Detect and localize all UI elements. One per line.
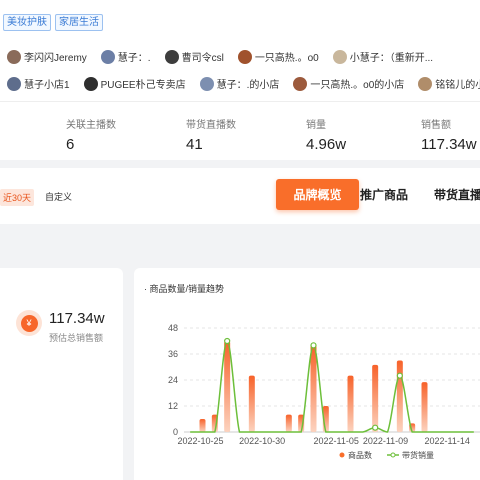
anchor-list-row1: 李闪闪Jeremy 慧子：. 曹司令csl 一只高热.。o0 小慧子：（重新开.… xyxy=(7,49,480,64)
stat-label: 销售额 xyxy=(421,120,451,131)
stat-value: 117.34w xyxy=(421,136,477,153)
bar xyxy=(285,414,292,432)
y-tick-label: 12 xyxy=(168,401,178,411)
avatar xyxy=(83,76,98,91)
avatar xyxy=(199,76,214,91)
bar xyxy=(347,375,354,432)
trend-chart-card: · 商品数量/销量趋势 0 12 24 36 48 2022-10-25 2022-10-3… xyxy=(134,268,480,480)
anchor-item[interactable]: 小慧子：（重新开... xyxy=(332,49,434,64)
bar xyxy=(421,382,428,432)
category-tag[interactable]: 美妆护肤 xyxy=(3,14,51,31)
avatar xyxy=(100,49,115,64)
x-tick-label: 2022-11-14 xyxy=(424,436,469,446)
filter-tab-bar: 近30天 自定义 品牌概览 推广商品 带货直播 xyxy=(0,168,480,224)
anchor-name: PUGEE朴己专卖店 xyxy=(100,80,186,91)
total-sales-value: 117.34w xyxy=(49,310,105,327)
total-sales-card: ¥ 117.34w 预估总销售额 xyxy=(0,268,123,480)
legend-label: 商品数 xyxy=(348,450,372,460)
line-point xyxy=(396,372,403,379)
x-tick-label: 2022-11-05 xyxy=(313,436,358,446)
anchor-item[interactable]: 一只高热.。o0 xyxy=(237,49,319,64)
anchor-item[interactable]: 李闪闪Jeremy xyxy=(7,49,87,64)
category-tag[interactable]: 家居生活 xyxy=(55,14,103,31)
anchor-name: 铭铭儿的小店 xyxy=(435,80,480,91)
anchor-item[interactable]: 铭铭儿的小店 xyxy=(418,76,480,91)
legend-marker-line-dot xyxy=(390,452,396,458)
avatar xyxy=(164,49,179,64)
anchor-name: 慧子：.的小店 xyxy=(216,80,280,91)
bar xyxy=(396,360,403,432)
legend-marker-bar xyxy=(339,452,345,458)
stat-label: 关联主播数 xyxy=(66,120,116,131)
x-tick-label: 2022-10-30 xyxy=(239,436,285,446)
stat-sales-volume: 销量 4.96w xyxy=(306,116,346,153)
anchor-name: 一只高热.。o0 xyxy=(254,53,319,64)
anchor-list-row2: 慧子小店1 PUGEE朴己专卖店 慧子：.的小店 一只高热.。o0的小店 铭铭儿… xyxy=(7,76,480,91)
bar xyxy=(224,341,231,432)
stat-anchor-count: 关联主播数 6 xyxy=(66,116,116,153)
anchor-name: 曹司令csl xyxy=(181,53,224,64)
stat-value: 41 xyxy=(186,136,203,153)
divider xyxy=(0,101,480,102)
line-point xyxy=(224,337,231,345)
anchor-item[interactable]: 慧子：. xyxy=(100,49,151,64)
bar xyxy=(310,345,317,432)
y-tick-label: 36 xyxy=(168,349,178,359)
avatar xyxy=(332,49,347,64)
anchor-item[interactable]: 曹司令csl xyxy=(164,49,224,64)
anchor-item[interactable]: PUGEE朴己专卖店 xyxy=(83,76,186,91)
category-tags: 美妆护肤 家居生活 xyxy=(3,14,103,31)
yen-icon: ¥ xyxy=(16,310,42,336)
date-range-30days[interactable]: 近30天 xyxy=(0,189,35,206)
brand-header-panel: 美妆护肤 家居生活 李闪闪Jeremy 慧子：. 曹司令csl 一只高热.。o0… xyxy=(0,0,480,160)
x-tick-label: 2022-11-09 xyxy=(363,436,408,446)
stat-live-count: 带货直播数 41 xyxy=(186,116,236,153)
bar xyxy=(199,419,206,432)
line-series-sales xyxy=(190,340,474,433)
stat-label: 销量 xyxy=(306,120,326,131)
trend-chart: 0122436482022-10-25 2022-10-30 2022-11-05 2… xyxy=(168,323,480,460)
line-point xyxy=(372,424,379,431)
date-range-custom[interactable]: 自定义 xyxy=(45,190,72,203)
total-sales-label: 预估总销售额 xyxy=(49,333,104,343)
y-tick-label: 48 xyxy=(168,323,178,333)
anchor-name: 一只高热.。o0的小店 xyxy=(310,80,405,91)
anchor-item[interactable]: 一只高热.。o0的小店 xyxy=(293,76,404,91)
avatar xyxy=(418,76,433,91)
tab-brand-overview[interactable]: 品牌概览 xyxy=(276,179,359,210)
stat-sales-amount: 销售额 117.34w xyxy=(421,116,477,153)
stat-label: 带货直播数 xyxy=(186,120,236,131)
avatar xyxy=(7,76,21,91)
stat-value: 4.96w xyxy=(306,136,347,153)
avatar xyxy=(237,49,252,64)
tab-live-sales[interactable]: 带货直播 xyxy=(430,179,480,210)
anchor-name: 慧子：. xyxy=(117,53,151,64)
tab-promoted-products[interactable]: 推广商品 xyxy=(356,179,412,210)
bar xyxy=(372,364,379,432)
anchor-item[interactable]: 慧子小店1 xyxy=(7,76,70,91)
bar xyxy=(248,375,255,432)
anchor-name: 李闪闪Jeremy xyxy=(24,53,87,64)
legend-label: 带货销量 xyxy=(402,450,434,460)
anchor-item[interactable]: 慧子：.的小店 xyxy=(199,76,280,91)
avatar xyxy=(293,76,308,91)
avatar xyxy=(7,49,21,64)
x-tick-label: 2022-10-25 xyxy=(177,436,223,446)
anchor-name: 小慧子：（重新开... xyxy=(349,53,434,64)
anchor-name: 慧子小店1 xyxy=(24,80,70,91)
y-tick-label: 24 xyxy=(168,375,178,385)
stat-value: 6 xyxy=(66,136,75,153)
line-point xyxy=(310,342,317,349)
